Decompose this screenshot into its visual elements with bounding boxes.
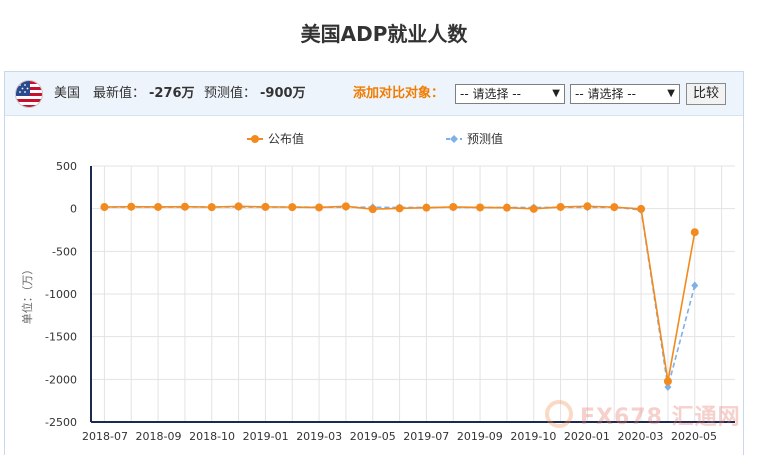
data-point: [556, 202, 565, 211]
x-tick-label: 2020-05: [671, 430, 717, 443]
data-point: [691, 281, 699, 290]
x-tick-label: 2018-07: [82, 430, 128, 443]
data-point: [637, 204, 646, 213]
data-point: [207, 203, 216, 212]
y-tick-label: -2000: [45, 373, 77, 386]
y-tick-label: -2500: [45, 416, 77, 429]
y-tick-label: -500: [52, 245, 77, 258]
data-point: [690, 228, 699, 237]
data-point: [341, 202, 350, 211]
x-tick-label: 2020-03: [617, 430, 663, 443]
data-point: [100, 203, 109, 212]
legend-label: 预测值: [467, 131, 503, 146]
y-tick-label: 500: [56, 160, 77, 173]
data-point: [154, 202, 163, 211]
x-tick-label: 2019-01: [243, 430, 289, 443]
data-point: [663, 377, 672, 386]
legend-marker: [251, 135, 259, 143]
data-point: [127, 202, 136, 211]
x-tick-label: 2019-09: [457, 430, 503, 443]
watermark: FX678 汇通网: [580, 405, 741, 430]
y-tick-label: 0: [70, 203, 77, 216]
x-tick-label: 2018-10: [189, 430, 235, 443]
data-point: [395, 204, 404, 213]
legend-marker: [450, 135, 458, 143]
x-tick-label: 2018-09: [136, 430, 182, 443]
data-point: [261, 202, 270, 211]
data-point: [502, 203, 511, 212]
data-point: [180, 202, 189, 211]
x-tick-label: 2019-07: [403, 430, 449, 443]
data-point: [529, 204, 538, 213]
data-point: [583, 202, 592, 211]
data-point: [234, 202, 243, 211]
data-point: [449, 202, 458, 211]
data-point: [288, 203, 297, 212]
data-point: [476, 203, 485, 212]
y-tick-label: -1500: [45, 331, 77, 344]
data-point: [368, 205, 377, 214]
x-tick-label: 2019-05: [350, 430, 396, 443]
x-tick-label: 2019-10: [510, 430, 556, 443]
data-point: [610, 203, 619, 212]
y-tick-label: -1000: [45, 288, 77, 301]
x-tick-label: 2019-03: [296, 430, 342, 443]
y-axis-title: 单位：（万）: [20, 264, 34, 325]
data-point: [315, 203, 324, 212]
chart-svg: 500 0 -500 -1000 -1500 -2000 -2500 2018-07 2018-…: [20, 131, 735, 443]
watermark-logo-icon: [545, 400, 573, 428]
x-tick-label: 2020-01: [564, 430, 610, 443]
legend-label: 公布值: [268, 131, 304, 146]
data-point: [422, 203, 431, 212]
